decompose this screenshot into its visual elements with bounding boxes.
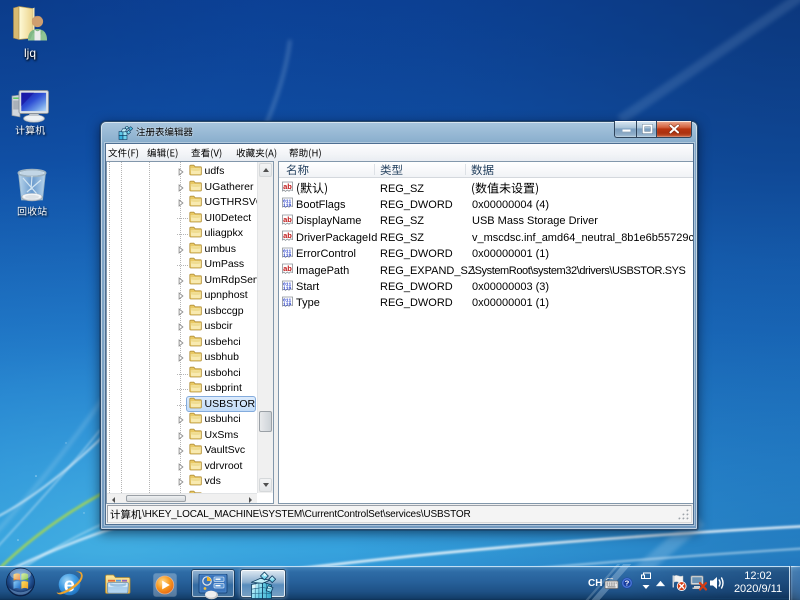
svg-text:110: 110 xyxy=(283,252,292,258)
svg-text:ab: ab xyxy=(283,231,292,240)
svg-text:e: e xyxy=(64,575,75,597)
svg-text:ab: ab xyxy=(283,182,292,191)
svg-text:ab: ab xyxy=(283,215,292,224)
svg-text:?: ? xyxy=(625,579,630,588)
svg-text:110: 110 xyxy=(283,203,292,209)
svg-text:ab: ab xyxy=(283,264,292,273)
svg-text:110: 110 xyxy=(283,301,292,307)
svg-text:110: 110 xyxy=(283,285,292,291)
